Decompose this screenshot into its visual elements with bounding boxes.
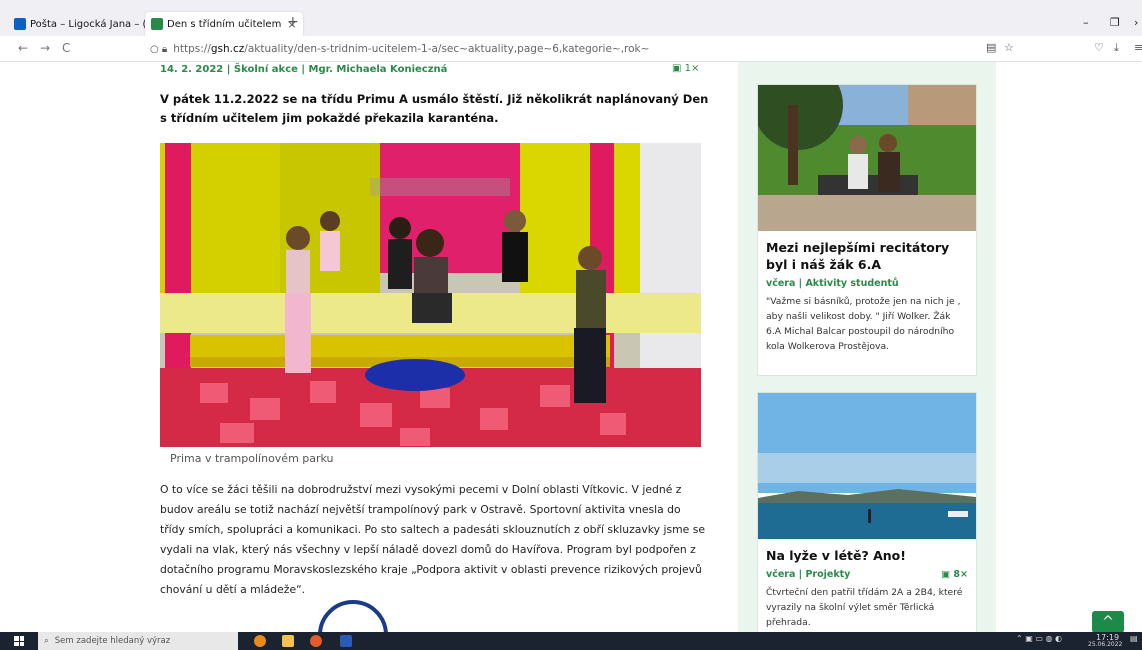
photo-caption: Prima v trampolínovém parku (170, 452, 334, 465)
news-card[interactable]: Na lyže v létě? Ano! včera | Projekty ▣ … (757, 392, 977, 632)
article-body: O to více se žáci těšili na dobrodružstv… (160, 483, 705, 596)
news-card-desc: Čtvrteční den patřil třídám 2A a 2B4, kt… (766, 587, 963, 628)
back-icon[interactable]: ← (18, 41, 28, 55)
browser-nav-bar: ← → C ○ 🔒︎ https:// gsh.cz /aktuality/de… (0, 36, 1142, 62)
minimize-icon[interactable]: – (1083, 16, 1089, 29)
tab-mail[interactable]: Pošta – Ligocká Jana – ( × (14, 12, 162, 36)
restore-icon[interactable]: ❐ (1110, 16, 1120, 29)
news-card-image[interactable] (758, 393, 976, 539)
sidebar: Mezi nejlepšími recitátory byl i náš žák… (738, 62, 996, 632)
page-content: 14. 2. 2022 | Školní akce | Mgr. Michael… (0, 62, 1142, 632)
bookmark-star-icon[interactable]: ☆ (1004, 41, 1014, 54)
windows-start-icon[interactable] (14, 636, 24, 646)
scroll-to-top-button[interactable]: ^ (1092, 611, 1124, 632)
windows-taskbar: ⌕ Sem zadejte hledaný výraz ⌃ ▣ ▭ ◍ ◐ 17… (0, 632, 1142, 650)
article-lead: V pátek 11.2.2022 se na třídu Primu A us… (160, 92, 709, 125)
notifications-icon[interactable]: ▤ (1130, 634, 1138, 643)
news-card-desc: "Važme si básníků, protože jen na nich j… (766, 296, 961, 352)
firefox-icon[interactable] (310, 635, 322, 647)
search-icon: ⌕ (44, 636, 49, 646)
article-meta: 14. 2. 2022 | Školní akce | Mgr. Michael… (160, 64, 448, 75)
chrome-icon[interactable] (254, 635, 266, 647)
screen: Pošta – Ligocká Jana – ( × Den s třídním… (0, 0, 1142, 650)
gallery-icon: ▣ (672, 63, 685, 74)
menu-icon[interactable]: ≡ (1134, 41, 1142, 54)
url-path: /aktuality/den-s-tridnim-ucitelem-1-a/se… (244, 43, 650, 55)
news-card[interactable]: Mezi nejlepšími recitátory byl i náš žák… (757, 84, 977, 376)
news-card-image[interactable] (758, 85, 976, 231)
new-tab-button[interactable]: + (287, 14, 299, 30)
news-card-meta: včera | Projekty ▣ 8× (766, 569, 968, 580)
gallery-icon: ▣ (941, 569, 954, 580)
tab-article-label: Den s třídním učitelem (167, 18, 282, 30)
shield-lock-icon[interactable]: ○ 🔒︎ (150, 44, 167, 55)
news-card-meta: včera | Aktivity studentů (766, 278, 899, 289)
file-explorer-icon[interactable] (282, 635, 294, 647)
sponsor-logo (318, 600, 388, 632)
url-domain: gsh.cz (210, 43, 245, 55)
close-window-icon[interactable]: › (1134, 16, 1138, 29)
forward-icon[interactable]: → (40, 41, 50, 55)
taskbar-search-input[interactable]: ⌕ Sem zadejte hledaný výraz (38, 632, 238, 650)
outlook-icon (14, 18, 26, 30)
taskbar-date[interactable]: 25.06.2022 (1088, 641, 1122, 648)
tab-mail-label: Pošta – Ligocká Jana – ( (30, 18, 147, 30)
gsh-site-icon (151, 18, 163, 30)
news-card-title[interactable]: Mezi nejlepšími recitátory byl i náš žák… (766, 239, 968, 273)
word-icon[interactable] (340, 635, 352, 647)
gallery-count[interactable]: ▣ 1× (672, 63, 699, 74)
pocket-icon[interactable]: ♡ (1094, 41, 1104, 54)
reader-icon[interactable]: ▤ (986, 41, 996, 54)
browser-tab-strip: Pošta – Ligocká Jana – ( × Den s třídním… (0, 0, 1142, 36)
gallery-count[interactable]: ▣ 8× (941, 569, 968, 580)
url-bar[interactable]: ○ 🔒︎ https:// gsh.cz /aktuality/den-s-tr… (140, 39, 1020, 59)
system-tray-icons[interactable]: ⌃ ▣ ▭ ◍ ◐ (1016, 634, 1062, 643)
reload-icon[interactable]: C (62, 41, 70, 55)
url-prefix: https:// (173, 43, 211, 55)
news-card-title[interactable]: Na lyže v létě? Ano! (766, 547, 968, 564)
article-photo[interactable] (160, 143, 701, 447)
tab-article[interactable]: Den s třídním učitelem × (145, 12, 303, 36)
download-icon[interactable]: ⤓ (1114, 41, 1119, 55)
